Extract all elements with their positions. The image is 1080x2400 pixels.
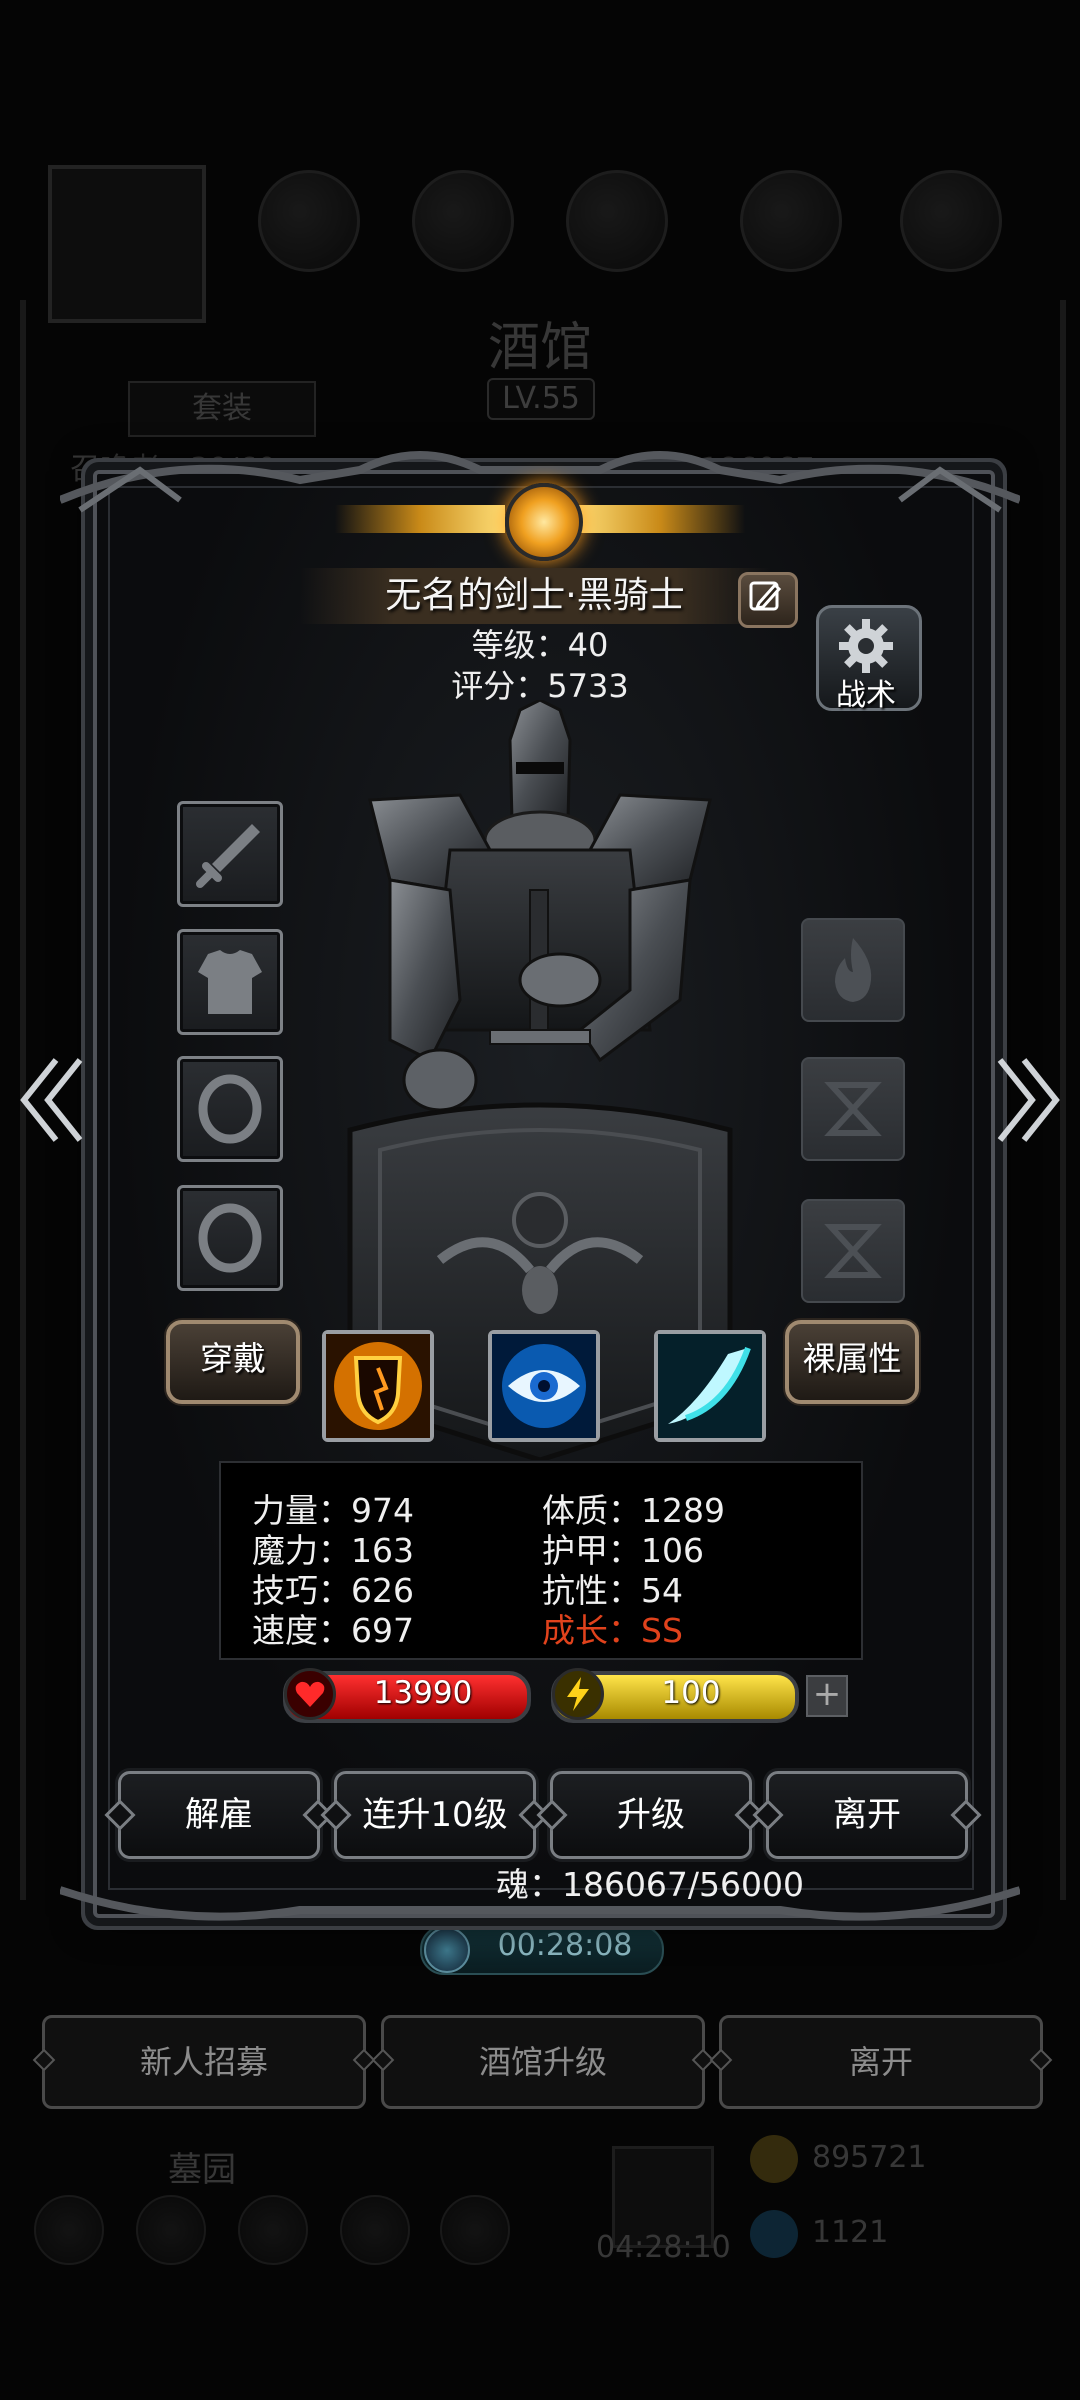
rune-slot-3[interactable]	[801, 1199, 905, 1303]
tactic-label: 战术	[836, 678, 896, 713]
tavern-leave-button[interactable]: 离开	[719, 2015, 1043, 2109]
ring-icon	[198, 1074, 262, 1144]
stat-speed: 速度：697	[252, 1611, 414, 1650]
hourglass-icon	[824, 1224, 882, 1278]
bg-resource-icon	[900, 170, 1002, 272]
bg-resource-icon	[566, 170, 668, 272]
bg-gold-value: 895721	[812, 2140, 927, 2175]
bg-resource-icon	[412, 170, 514, 272]
bg-gem-icon	[750, 2210, 798, 2258]
soul-cost: 魂：186067/56000	[495, 1865, 805, 1904]
bg-nav-icon	[136, 2195, 206, 2265]
ring-slot-2[interactable]	[177, 1185, 283, 1291]
previous-hero-arrow-icon[interactable]	[16, 1050, 86, 1150]
bg-title: 酒馆	[487, 318, 592, 378]
bg-nav-icon	[340, 2195, 410, 2265]
skill-slot-2[interactable]	[488, 1330, 600, 1442]
hero-name: 无名的剑士·黑骑士	[385, 575, 685, 616]
add-energy-button[interactable]: +	[806, 1675, 848, 1717]
sword-icon	[196, 824, 260, 888]
emblem-wing-left	[335, 505, 505, 533]
bg-gold-icon	[750, 2135, 798, 2183]
wear-button[interactable]: 穿戴	[166, 1320, 300, 1404]
rune-slot-2[interactable]	[801, 1057, 905, 1161]
slash-icon	[658, 1334, 762, 1438]
bg-resource-icon	[740, 170, 842, 272]
energy-value: 100	[661, 1675, 721, 1711]
bg-gift-timer: 04:28:10	[596, 2230, 731, 2265]
leave-button[interactable]: 离开	[766, 1771, 968, 1859]
ring-icon	[198, 1203, 262, 1273]
dismiss-button[interactable]: 解雇	[118, 1771, 320, 1859]
bg-nav-icon	[34, 2195, 104, 2265]
next-hero-arrow-icon[interactable]	[994, 1050, 1064, 1150]
skill-slot-1[interactable]	[322, 1330, 434, 1442]
pencil-icon	[749, 581, 782, 611]
emblem-icon	[505, 483, 583, 561]
bg-level-badge: LV.55	[487, 378, 595, 420]
ring-slot-1[interactable]	[177, 1056, 283, 1162]
bg-resource-icon	[258, 170, 360, 272]
gear-icon	[839, 619, 893, 673]
bg-graveyard-label: 墓园	[168, 2150, 236, 2190]
tavern-upgrade-button[interactable]: 酒馆升级	[381, 2015, 705, 2109]
bg-nav-icon	[238, 2195, 308, 2265]
fire-shield-icon	[326, 1334, 430, 1438]
hp-value: 13990	[373, 1675, 473, 1711]
raw-stats-button[interactable]: 裸属性	[785, 1320, 919, 1404]
hourglass-icon	[824, 1082, 882, 1136]
level-up-button[interactable]: 升级	[550, 1771, 752, 1859]
rune-slot-fire[interactable]	[801, 918, 905, 1022]
armor-icon	[198, 950, 262, 1014]
eye-icon	[492, 1334, 596, 1438]
weapon-slot[interactable]	[177, 801, 283, 907]
bg-tab-set: 套装	[128, 381, 316, 437]
stat-growth: 成长：SS	[542, 1611, 683, 1650]
emblem-wing-right	[575, 505, 745, 533]
recruit-button[interactable]: 新人招募	[42, 2015, 366, 2109]
armor-slot[interactable]	[177, 929, 283, 1035]
edit-name-button[interactable]	[738, 572, 798, 628]
bg-nav-icon	[440, 2195, 510, 2265]
skill-slot-3[interactable]	[654, 1330, 766, 1442]
hero-level: 等级：40	[471, 626, 609, 664]
flame-icon	[835, 938, 872, 1002]
level-up-10-button[interactable]: 连升10级	[334, 1771, 536, 1859]
bg-gem-value: 1121	[812, 2215, 889, 2250]
